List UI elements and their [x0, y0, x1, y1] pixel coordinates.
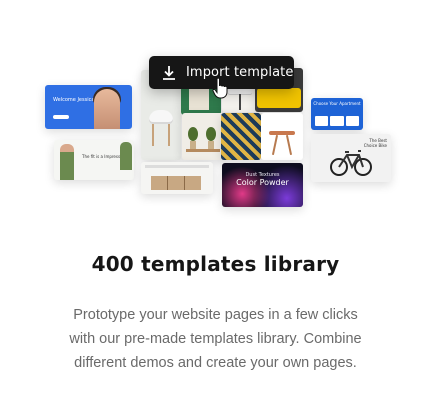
person-image — [60, 144, 74, 180]
wardrobe-divider — [167, 176, 168, 190]
template-collage: Welcome Jessica The fit is a Impression … — [0, 0, 431, 240]
chair-leg — [168, 124, 170, 146]
header-bar — [145, 165, 209, 168]
wardrobe-image — [151, 176, 201, 190]
table-top-image — [269, 131, 295, 135]
hand-cursor-icon — [212, 77, 228, 99]
plant-image — [188, 127, 198, 141]
template-thumb-profile[interactable]: Welcome Jessica — [45, 85, 132, 129]
section-heading: 400 templates library — [91, 252, 340, 276]
table-leg — [271, 135, 279, 155]
thumb-text: Choose Your Apartment — [313, 101, 361, 106]
template-thumb-apartment[interactable]: Choose Your Apartment — [311, 98, 363, 130]
wardrobe-divider — [184, 176, 185, 190]
import-template-label: Import template — [186, 65, 294, 80]
thumb-title: Color Powder — [236, 178, 289, 187]
pot-image — [208, 141, 214, 149]
thumb-button — [53, 115, 69, 119]
plant-image — [206, 127, 216, 141]
bike-icon — [330, 150, 372, 176]
template-thumb-color-powder[interactable]: Dust Textures Color Powder — [222, 163, 303, 207]
shelf-image — [186, 149, 220, 152]
pot-image — [190, 141, 196, 149]
person-image — [120, 142, 132, 170]
sofa-image — [257, 88, 301, 108]
template-thumb-wardrobe[interactable] — [141, 162, 213, 194]
template-thumb-bike[interactable]: The Best Choice Bike — [311, 134, 391, 182]
chair-image — [149, 110, 173, 124]
chair-leg — [152, 124, 154, 146]
lamp-stand — [239, 94, 241, 110]
picture-image — [189, 88, 209, 110]
table-leg — [285, 135, 293, 155]
template-thumb-fashion[interactable]: The fit is a Impression ... — [54, 140, 134, 180]
thumb-tiles — [315, 116, 359, 126]
template-thumb-plants[interactable] — [182, 113, 224, 160]
download-icon — [163, 65, 175, 80]
template-thumb-pattern[interactable] — [221, 113, 261, 160]
thumb-text: Welcome Jessica — [53, 97, 95, 103]
template-thumb-table[interactable] — [261, 113, 303, 160]
person-image — [94, 89, 120, 129]
section-description: Prototype your website pages in a few cl… — [69, 307, 362, 371]
